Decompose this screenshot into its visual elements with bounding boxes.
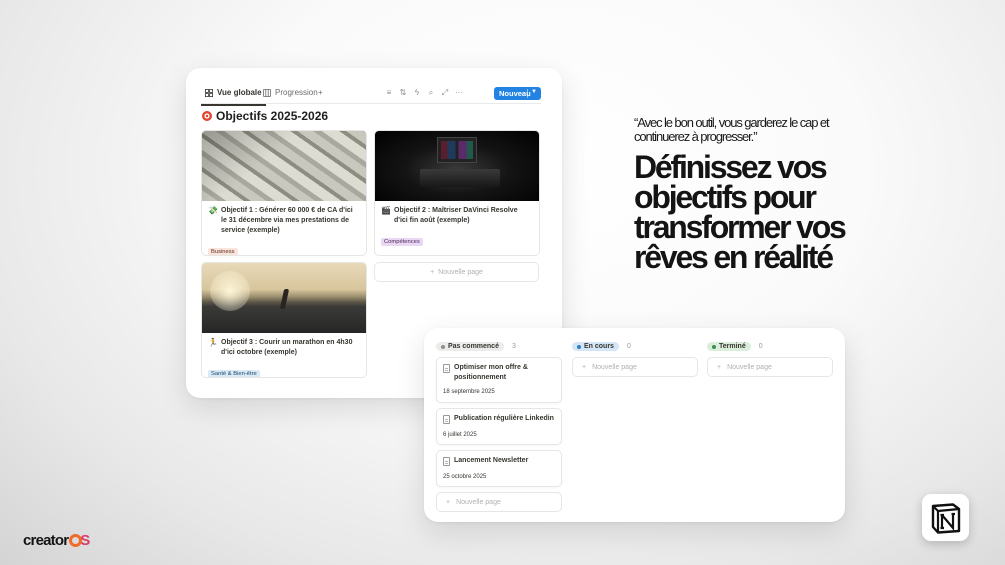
clapperboard-emoji-icon: 🎬 — [381, 206, 391, 215]
target-icon — [202, 111, 212, 121]
page-icon — [443, 415, 450, 424]
cover-image-runner-desert — [202, 263, 366, 333]
status-pill-pas-commence[interactable]: Pas commencé — [436, 342, 504, 351]
new-page-label: Nouvelle page — [592, 363, 637, 371]
tab-vue-globale[interactable]: Vue globale — [201, 88, 266, 106]
brand-prefix: creator — [23, 532, 69, 549]
card-title: Objectif 3 : Courir un marathon en 4h30 … — [221, 339, 353, 356]
column-new-page-button[interactable]: + Nouvelle page — [436, 492, 562, 512]
search-icon[interactable]: ⌕ — [427, 88, 435, 98]
card-date: 6 juillet 2025 — [443, 432, 477, 438]
creatoros-logo: creator S — [23, 532, 90, 549]
filter-icon[interactable]: ≡ — [385, 88, 393, 98]
board-card-publication[interactable]: Publication régulière Linkedin 6 juillet… — [436, 408, 562, 445]
hero-headline: Définissez vos objectifs pour transforme… — [634, 149, 847, 275]
tab-progression[interactable]: Progression — [263, 88, 318, 97]
plus-icon: + — [430, 268, 435, 276]
board-column-termine: Terminé 0 + Nouvelle page — [707, 341, 833, 377]
board-card-newsletter[interactable]: Lancement Newsletter 25 octobre 2025 — [436, 450, 562, 487]
card-date: 18 septembre 2025 — [443, 389, 495, 395]
notion-icon — [931, 502, 960, 534]
automation-bolt-icon[interactable]: ϟ — [413, 88, 421, 98]
database-title: Objectifs 2025-2026 — [202, 109, 328, 123]
testimonial-quote: “Avec le bon outil, vous garderez le cap… — [634, 115, 830, 144]
board-columns-icon — [263, 88, 271, 97]
sort-icon[interactable]: ⇅ — [399, 88, 407, 98]
gallery-card-objectif-2[interactable]: 🎬 Objectif 2 : Maîtriser DaVinci Resolve… — [374, 130, 540, 256]
card-title: Objectif 1 : Générer 60 000 € de CA d'ic… — [221, 207, 353, 234]
tab-label: Vue globale — [217, 88, 262, 97]
tag-sante-bien-etre: Santé & Bien-être — [208, 370, 260, 377]
column-count: 0 — [758, 343, 763, 350]
more-icon[interactable]: ··· — [455, 88, 463, 98]
plus-icon: + — [446, 498, 451, 506]
column-new-page-button[interactable]: + Nouvelle page — [572, 357, 698, 377]
gallery-new-page-button[interactable]: + Nouvelle page — [374, 262, 539, 282]
add-view-button[interactable]: + — [318, 88, 323, 97]
page-icon — [443, 364, 450, 373]
plus-icon: + — [318, 88, 323, 97]
card-title: Objectif 2 : Maîtriser DaVinci Resolve d… — [394, 207, 518, 224]
view-tabs-bar: Vue globale Progression + ≡ ⇅ ϟ ⌕ ⤢ ··· … — [201, 84, 541, 106]
status-pill-en-cours[interactable]: En cours — [572, 342, 619, 351]
card-date: 25 octobre 2025 — [443, 474, 487, 480]
card-title: Optimiser mon offre & positionnement — [454, 364, 528, 381]
gallery-card-objectif-1[interactable]: 💸 Objectif 1 : Générer 60 000 € de CA d'… — [201, 130, 367, 256]
page-icon — [443, 457, 450, 466]
expand-icon[interactable]: ⤢ — [441, 88, 449, 98]
new-page-label: Nouvelle page — [456, 498, 501, 506]
cover-image-editing-desk — [375, 131, 539, 201]
notion-logo — [922, 494, 969, 541]
column-new-page-button[interactable]: + Nouvelle page — [707, 357, 833, 377]
board-column-en-cours: En cours 0 + Nouvelle page — [572, 341, 698, 377]
toolbar-icons: ≡ ⇅ ϟ ⌕ ⤢ ··· — [385, 88, 463, 98]
cover-image-dollar-bills — [202, 131, 366, 201]
board-card-optimiser[interactable]: Optimiser mon offre & positionnement 18 … — [436, 357, 562, 403]
plus-icon: + — [582, 363, 587, 371]
money-emoji-icon: 💸 — [208, 206, 218, 215]
chevron-down-icon[interactable]: ▼ — [527, 89, 537, 98]
card-title: Publication régulière Linkedin — [454, 415, 554, 422]
card-title: Lancement Newsletter — [454, 457, 529, 464]
column-count: 0 — [626, 343, 631, 350]
column-label: Pas commencé — [448, 343, 499, 350]
board-column-pas-commence: Pas commencé 3 Optimiser mon offre & pos… — [436, 341, 562, 512]
plus-icon: + — [717, 363, 722, 371]
new-page-label: Nouvelle page — [438, 268, 483, 276]
new-page-label: Nouvelle page — [727, 363, 772, 371]
column-count: 3 — [511, 343, 516, 350]
board-view-card: Pas commencé 3 Optimiser mon offre & pos… — [424, 328, 845, 522]
gallery-grid-icon — [205, 88, 213, 97]
runner-emoji-icon: 🏃 — [208, 338, 218, 347]
database-title-text: Objectifs 2025-2026 — [216, 109, 329, 123]
tag-competences: Compétences — [381, 238, 423, 246]
tag-business: Business — [208, 248, 238, 255]
new-button-label: Nouveau — [499, 89, 531, 98]
tab-label: Progression — [275, 88, 318, 97]
gallery-card-objectif-3[interactable]: 🏃 Objectif 3 : Courir un marathon en 4h3… — [201, 262, 367, 378]
column-label: En cours — [584, 343, 614, 350]
new-button[interactable]: Nouveau ▼ — [494, 87, 541, 100]
column-label: Terminé — [719, 343, 746, 350]
status-pill-termine[interactable]: Terminé — [707, 342, 751, 351]
